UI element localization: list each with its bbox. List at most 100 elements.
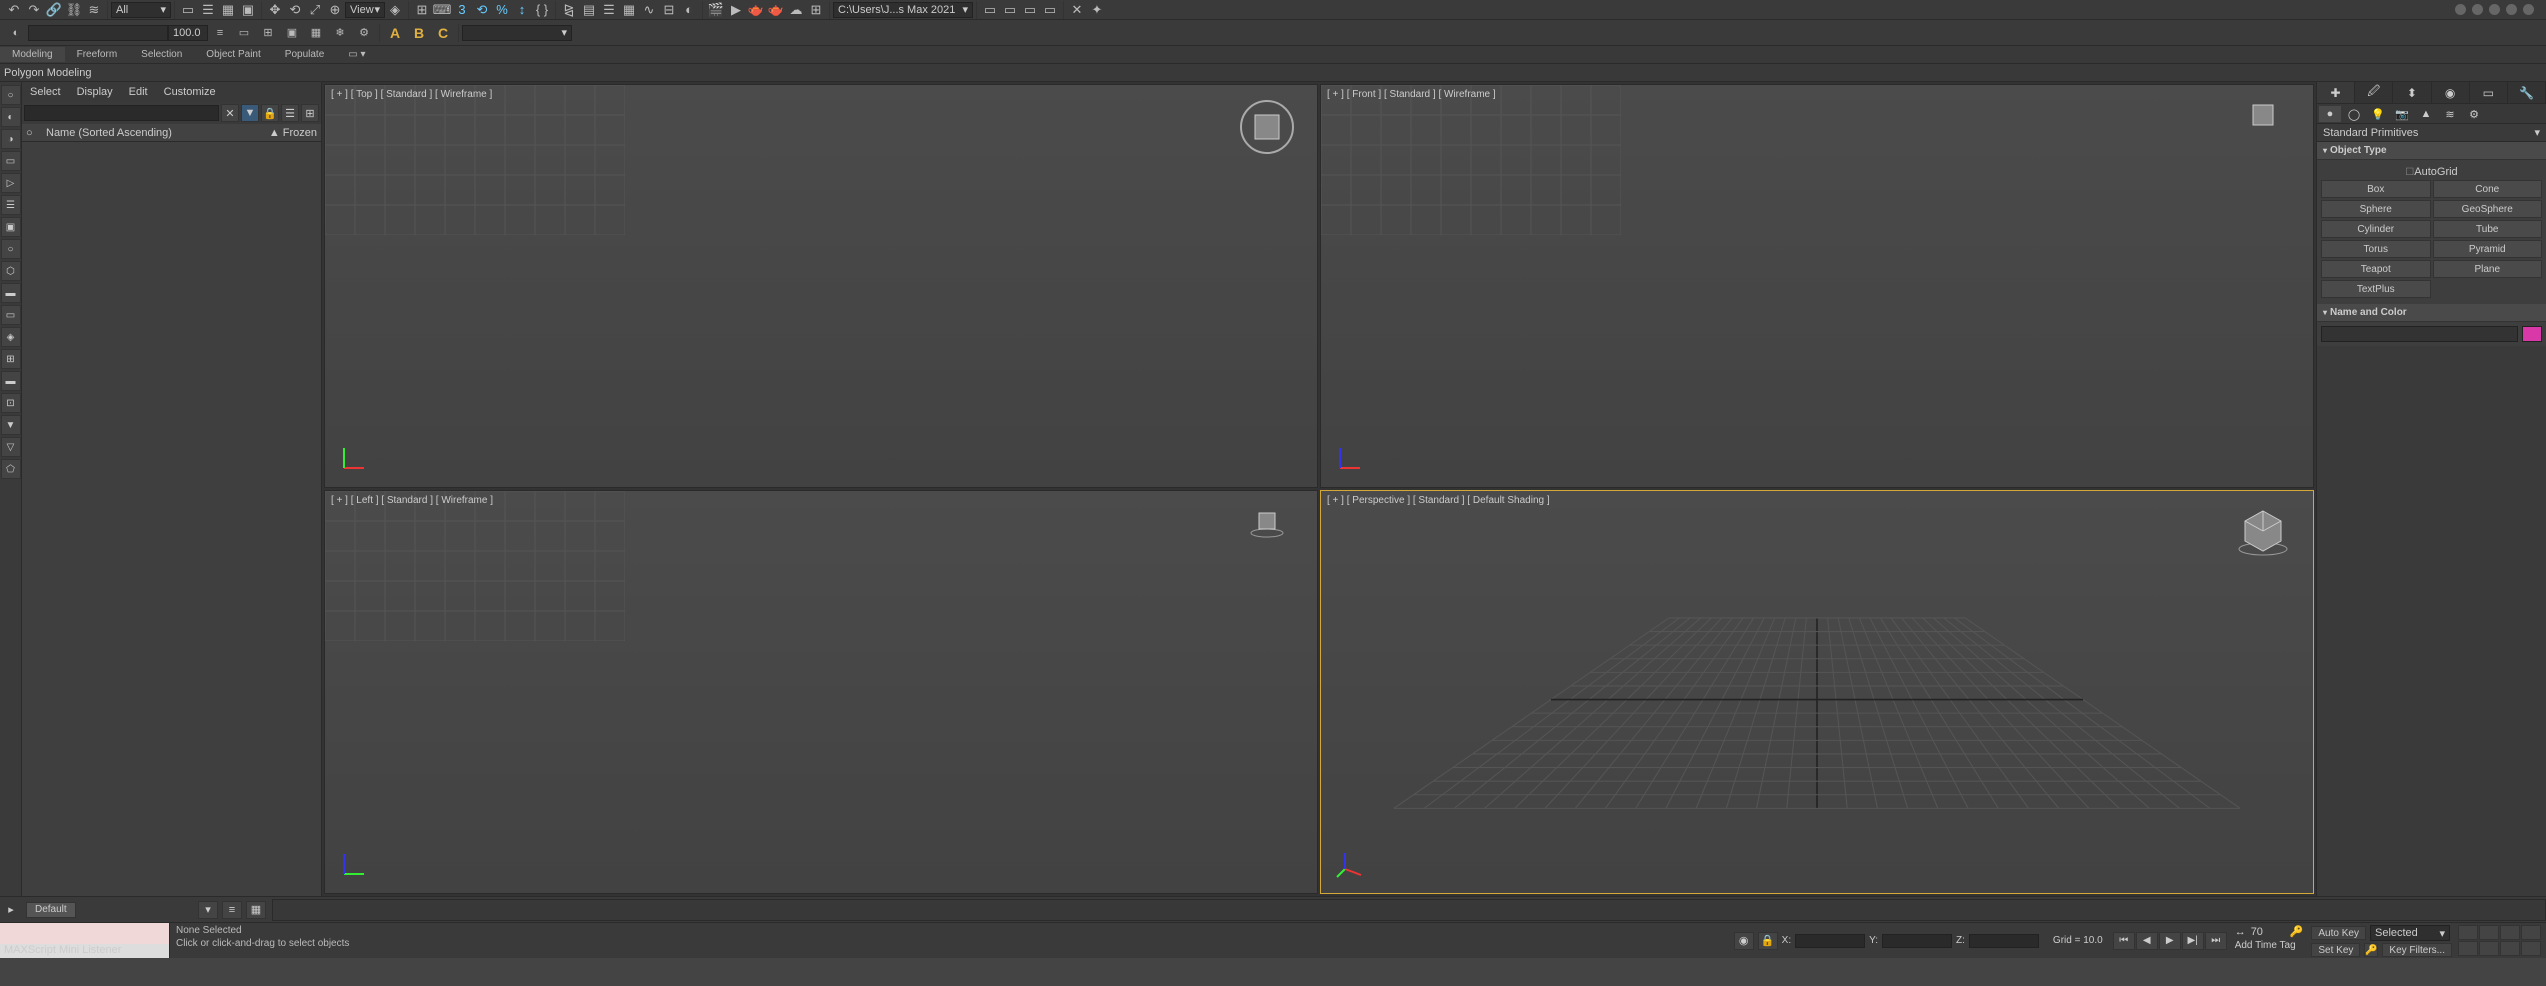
scene-list[interactable]: [22, 142, 321, 896]
redo-icon[interactable]: ↷: [24, 1, 44, 19]
unlink-icon[interactable]: ⛓: [64, 1, 84, 19]
se-helper-icon[interactable]: ▷: [1, 173, 21, 193]
viewport-perspective[interactable]: [ + ] [ Perspective ] [ Standard ] [ Def…: [1320, 490, 2314, 894]
btn-textplus[interactable]: TextPlus: [2321, 280, 2431, 298]
btn-cone[interactable]: Cone: [2433, 180, 2543, 198]
render-icon[interactable]: 🫖: [746, 1, 766, 19]
viewport-top-label[interactable]: [ + ] [ Top ] [ Standard ] [ Wireframe ]: [331, 89, 492, 100]
layer-btn2[interactable]: ≡: [222, 901, 242, 919]
btn-torus[interactable]: Torus: [2321, 240, 2431, 258]
move-icon[interactable]: ✥: [265, 1, 285, 19]
layer-add-icon[interactable]: ⊞: [256, 22, 280, 44]
layer-icon[interactable]: ☰: [599, 1, 619, 19]
btn-sphere[interactable]: Sphere: [2321, 200, 2431, 218]
y-input[interactable]: [1882, 934, 1952, 948]
se-obj-icon[interactable]: ○: [1, 85, 21, 105]
nav-pan-icon[interactable]: [2458, 925, 2478, 940]
percent-snap-icon[interactable]: %: [492, 1, 512, 19]
named-sel-icon[interactable]: { }: [532, 1, 552, 19]
btn-box[interactable]: Box: [2321, 180, 2431, 198]
scene-tab-edit[interactable]: Edit: [125, 84, 152, 100]
setkey-large-icon[interactable]: 🔑: [2364, 943, 2378, 957]
sub-cameras-icon[interactable]: 📷: [2391, 106, 2413, 122]
angle-snap-icon[interactable]: ⟲: [472, 1, 492, 19]
toggle-ribbon-icon[interactable]: ▦: [619, 1, 639, 19]
align-icon[interactable]: ▤: [579, 1, 599, 19]
sub-helpers-icon[interactable]: ▲: [2415, 106, 2437, 122]
autokey-button[interactable]: Auto Key: [2311, 926, 2366, 940]
se-cont3-icon[interactable]: ◈: [1, 327, 21, 347]
se-cont6-icon[interactable]: ⊡: [1, 393, 21, 413]
category-combo[interactable]: Standard Primitives▾: [2317, 124, 2546, 142]
layer-sel-icon[interactable]: ▣: [280, 22, 304, 44]
text-b-icon[interactable]: B: [407, 22, 431, 44]
btn-geosphere[interactable]: GeoSphere: [2433, 200, 2543, 218]
btn-plane[interactable]: Plane: [2433, 260, 2543, 278]
se-cont1-icon[interactable]: ▬: [1, 283, 21, 303]
layer-props-icon[interactable]: ⚙: [352, 22, 376, 44]
viewport-persp-label[interactable]: [ + ] [ Perspective ] [ Standard ] [ Def…: [1327, 495, 1550, 506]
extra-combo[interactable]: ▾: [462, 25, 572, 41]
undo-icon[interactable]: ↶: [4, 1, 24, 19]
object-name-input[interactable]: [2321, 326, 2518, 342]
se-cam-icon[interactable]: ▭: [1, 151, 21, 171]
cmd-tab-hierarchy[interactable]: ⬍: [2393, 82, 2431, 103]
cmd-tab-motion[interactable]: ◉: [2432, 82, 2470, 103]
project-path-combo[interactable]: C:\Users\J...s Max 2021▾: [833, 2, 973, 18]
nav-fov-icon[interactable]: [2458, 941, 2478, 956]
viewport-front-label[interactable]: [ + ] [ Front ] [ Standard ] [ Wireframe…: [1327, 89, 1496, 100]
layer-new-icon[interactable]: ▭: [232, 22, 256, 44]
workspace1-icon[interactable]: ▭: [980, 1, 1000, 19]
z-input[interactable]: [1969, 934, 2039, 948]
scene-search-input[interactable]: [24, 105, 219, 121]
se-group-icon[interactable]: ▣: [1, 217, 21, 237]
se-shape-icon[interactable]: ◐: [1, 107, 21, 127]
cmd-tab-utilities[interactable]: 🔧: [2508, 82, 2546, 103]
scene-lock-icon[interactable]: 🔒: [261, 104, 279, 122]
scene-col-frozen[interactable]: ▲ Frozen: [269, 127, 317, 139]
ribbon-tab-modeling[interactable]: Modeling: [0, 47, 65, 62]
btn-cylinder[interactable]: Cylinder: [2321, 220, 2431, 238]
se-light-icon[interactable]: ◑: [1, 129, 21, 149]
keyfilters-button[interactable]: Key Filters...: [2382, 943, 2452, 957]
sub-lights-icon[interactable]: 💡: [2367, 106, 2389, 122]
scene-filter-icon[interactable]: ▼: [241, 104, 259, 122]
setkey-button[interactable]: Set Key: [2311, 943, 2360, 957]
spinner-snap-icon[interactable]: ↕: [512, 1, 532, 19]
scene-tab-select[interactable]: Select: [26, 84, 65, 100]
se-cont7-icon[interactable]: ▼: [1, 415, 21, 435]
nav-panview-icon[interactable]: [2479, 941, 2499, 956]
cmd-tab-create[interactable]: ✚: [2317, 82, 2355, 103]
se-bone-icon[interactable]: ⬡: [1, 261, 21, 281]
scene-tab-customize[interactable]: Customize: [160, 84, 220, 100]
ribbon-tab-freeform[interactable]: Freeform: [65, 47, 130, 62]
ribbon-tab-selection[interactable]: Selection: [129, 47, 194, 62]
cmd-tab-modify[interactable]: 🖉: [2355, 82, 2393, 103]
select-region-icon[interactable]: ▦: [218, 1, 238, 19]
viewport-left[interactable]: [ + ] [ Left ] [ Standard ] [ Wireframe …: [324, 490, 1318, 894]
spinner-combo[interactable]: 100.0: [168, 25, 208, 41]
viewcube-top[interactable]: [1237, 97, 1297, 157]
pivot-icon[interactable]: ◈: [385, 1, 405, 19]
keyfilter-combo[interactable]: Selected▾: [2370, 925, 2450, 941]
render2-icon[interactable]: 🫖: [766, 1, 786, 19]
set1-icon[interactable]: ◐: [4, 22, 28, 44]
se-cont8-icon[interactable]: ▽: [1, 437, 21, 457]
cmd-tab-display[interactable]: ▭: [2470, 82, 2508, 103]
play-icon[interactable]: ▶: [2159, 932, 2181, 950]
subribbon-label[interactable]: Polygon Modeling: [4, 67, 91, 79]
scale-icon[interactable]: ⤢: [305, 1, 325, 19]
workspace3-icon[interactable]: ▭: [1020, 1, 1040, 19]
placement-icon[interactable]: ⊕: [325, 1, 345, 19]
ribbon-tab-objectpaint[interactable]: Object Paint: [194, 47, 272, 62]
window-crossing-icon[interactable]: ▣: [238, 1, 258, 19]
scene-col-icon[interactable]: ○: [26, 127, 46, 139]
scene-col-name[interactable]: Name (Sorted Ascending): [46, 127, 269, 139]
viewport-top[interactable]: [ + ] [ Top ] [ Standard ] [ Wireframe ]: [324, 84, 1318, 488]
maxscript-listener[interactable]: MAXScript Mini Listener: [0, 923, 170, 958]
selection-filter-combo[interactable]: All▾: [111, 2, 171, 18]
text-c-icon[interactable]: C: [431, 22, 455, 44]
viewport-left-label[interactable]: [ + ] [ Left ] [ Standard ] [ Wireframe …: [331, 495, 493, 506]
se-cont9-icon[interactable]: ⬠: [1, 459, 21, 479]
text-a-icon[interactable]: A: [383, 22, 407, 44]
